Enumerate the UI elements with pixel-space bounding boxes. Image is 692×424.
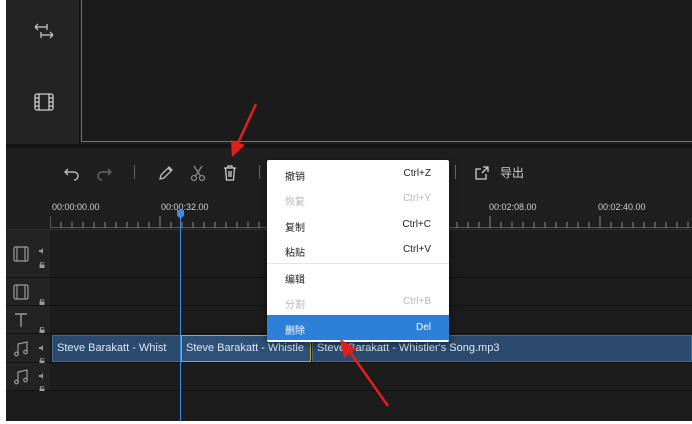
ruler-tick-label: 00:00:00.00 (52, 202, 100, 212)
menu-item-split: 分割 Ctrl+B (285, 296, 431, 311)
preview-canvas[interactable] (81, 0, 692, 142)
ruler-tick-label: 00:02:40.00 (598, 202, 646, 212)
menu-item-copy[interactable]: 复制 Ctrl+C (267, 212, 449, 237)
media-side-panel (6, 0, 80, 144)
context-menu: 撤销 Ctrl+Z 恢复 Ctrl+Y 复制 Ctrl+C 粘贴 Ctrl+V … (267, 160, 449, 342)
music-track-icon (12, 368, 30, 386)
trash-icon[interactable] (220, 163, 240, 183)
ruler-tick-label: 00:00:32.00 (161, 202, 209, 212)
split-arrows-icon[interactable] (30, 18, 58, 46)
speaker-icon[interactable] (39, 338, 45, 351)
music-track-icon (12, 340, 30, 358)
redo-icon[interactable] (94, 163, 114, 183)
image-track-header (6, 278, 50, 306)
film-icon[interactable] (30, 88, 58, 116)
audio-clip[interactable]: Steve Barakatt - Whist (52, 335, 181, 362)
menu-item-redo: 恢复 Ctrl+Y (285, 193, 431, 208)
scissors-icon[interactable] (188, 163, 208, 183)
lock-icon[interactable] (39, 320, 45, 333)
music-track[interactable] (50, 363, 692, 391)
menu-item-delete[interactable]: 删除 Del (267, 315, 449, 340)
lock-icon[interactable] (39, 351, 45, 364)
menu-item-undo[interactable]: 撤销 Ctrl+Z (267, 161, 449, 186)
ruler-tick-label: 00:02:08.00 (489, 202, 537, 212)
text-track-icon (12, 311, 30, 329)
playhead-line[interactable] (180, 210, 181, 421)
pencil-icon[interactable] (156, 163, 176, 183)
text-track-header (6, 306, 50, 334)
undo-icon[interactable] (62, 163, 82, 183)
export-button[interactable]: 导出 (500, 164, 524, 181)
video-track-header (6, 231, 50, 278)
lock-icon[interactable] (39, 379, 45, 392)
toolbar-separator (259, 165, 260, 179)
speaker-icon[interactable] (39, 241, 45, 254)
lock-icon[interactable] (39, 255, 45, 268)
menu-item-edit[interactable]: 编辑 (267, 264, 449, 289)
timeline-empty-area[interactable] (6, 391, 692, 421)
music-track-header (6, 334, 50, 364)
music-track-header (6, 363, 50, 392)
lock-icon[interactable] (39, 292, 45, 305)
menu-item-paste[interactable]: 粘贴 Ctrl+V (267, 237, 449, 262)
export-icon[interactable] (472, 163, 492, 183)
image-track-icon (12, 283, 30, 301)
toolbar-separator (455, 165, 456, 179)
video-track-icon (12, 245, 30, 263)
speaker-icon[interactable] (39, 366, 45, 379)
toolbar-separator (134, 165, 135, 179)
